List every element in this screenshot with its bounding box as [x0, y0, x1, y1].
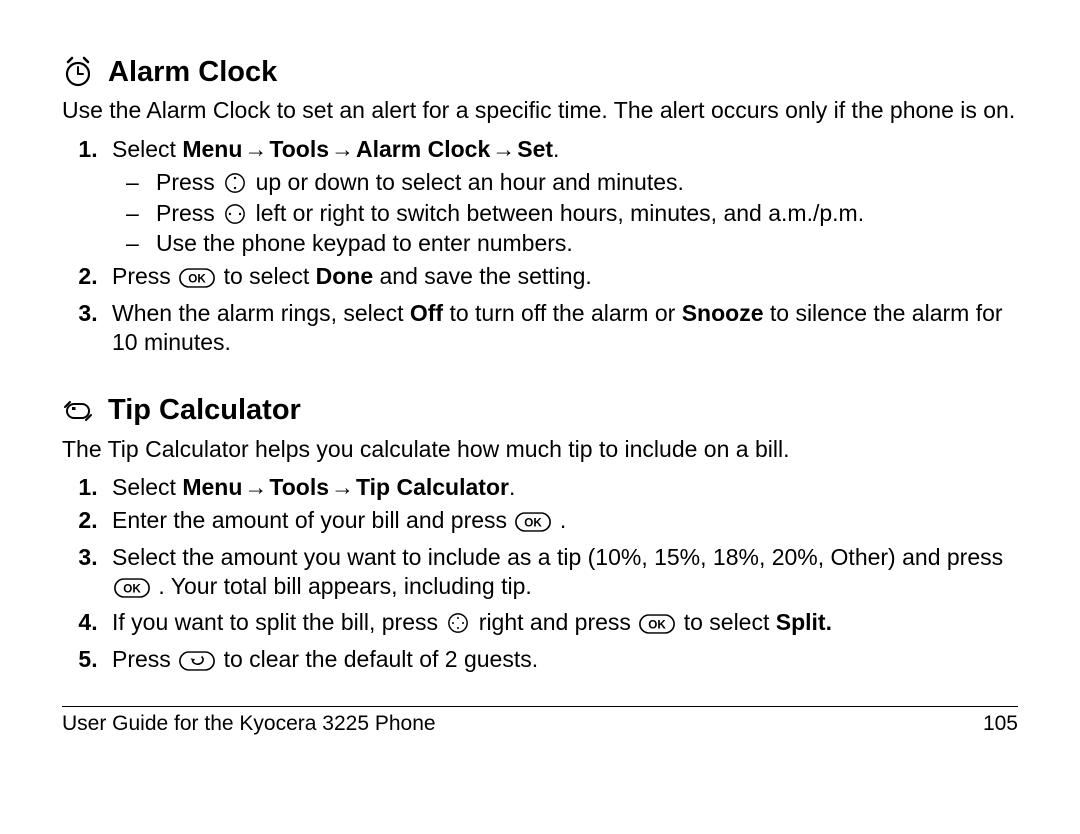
alarm-intro: Use the Alarm Clock to set an alert for … — [62, 96, 1018, 125]
alarm-substep-3: Use the phone keypad to enter numbers. — [156, 229, 1018, 258]
nav-leftright-icon — [223, 203, 247, 225]
tip-step-5: Press to clear the default of 2 guests. — [104, 645, 1018, 678]
ok-key-icon — [179, 266, 215, 295]
page-footer: User Guide for the Kyocera 3225 Phone 10… — [62, 711, 1018, 737]
tip-intro: The Tip Calculator helps you calculate h… — [62, 435, 1018, 464]
alarm-substep-2: Press left or right to switch between ho… — [156, 199, 1018, 228]
tip-step-3: Select the amount you want to include as… — [104, 543, 1018, 605]
footer-title: User Guide for the Kyocera 3225 Phone — [62, 711, 436, 737]
calculator-icon — [62, 394, 94, 426]
alarm-substeps: Press up or down to select an hour and m… — [112, 168, 1018, 258]
ok-key-icon — [515, 510, 551, 539]
tip-step-4: If you want to split the bill, press rig… — [104, 608, 1018, 641]
tip-step-2: Enter the amount of your bill and press … — [104, 506, 1018, 539]
heading-text: Alarm Clock — [108, 54, 277, 90]
nav-all-icon — [446, 612, 470, 634]
alarm-steps: Select Menu→Tools→Alarm Clock→Set. Press… — [62, 135, 1018, 356]
heading-alarm-clock: Alarm Clock — [62, 54, 1018, 90]
tip-steps: Select Menu→Tools→Tip Calculator. Enter … — [62, 473, 1018, 678]
heading-tip-calculator: Tip Calculator — [62, 392, 1018, 428]
alarm-step-3: When the alarm rings, select Off to turn… — [104, 299, 1018, 357]
heading-text: Tip Calculator — [108, 392, 301, 428]
ok-key-icon — [639, 612, 675, 641]
ok-key-icon — [114, 576, 150, 605]
alarm-clock-icon — [62, 56, 94, 88]
alarm-substep-1: Press up or down to select an hour and m… — [156, 168, 1018, 197]
nav-updown-icon — [223, 172, 247, 194]
footer-rule — [62, 706, 1018, 707]
page-number: 105 — [983, 711, 1018, 737]
back-key-icon — [179, 649, 215, 678]
alarm-step-1: Select Menu→Tools→Alarm Clock→Set. Press… — [104, 135, 1018, 258]
tip-step-1: Select Menu→Tools→Tip Calculator. — [104, 473, 1018, 502]
alarm-step-2: Press to select Done and save the settin… — [104, 262, 1018, 295]
